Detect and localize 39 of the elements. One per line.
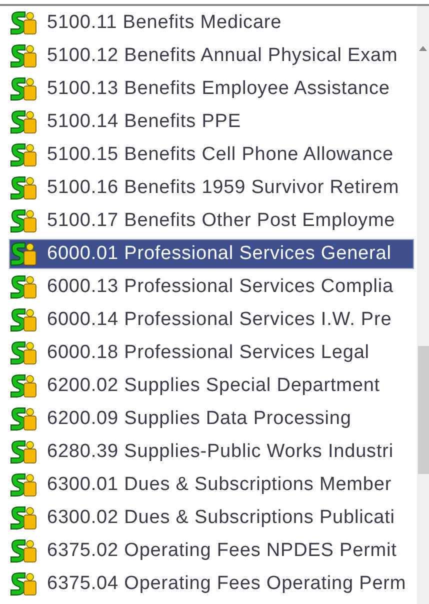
money-person-icon	[10, 242, 38, 266]
account-item[interactable]: 5100.15 Benefits Cell Phone Allowance	[10, 140, 396, 168]
money-person-icon	[10, 274, 38, 298]
scroll-up-icon[interactable]	[419, 44, 427, 52]
money-person-icon	[10, 208, 38, 232]
account-item[interactable]: 6280.39 Supplies-Public Works Industri	[10, 438, 396, 466]
account-item[interactable]: 6375.04 Operating Fees Operating Perm	[10, 570, 408, 598]
account-item[interactable]: 5100.13 Benefits Employee Assistance	[10, 74, 392, 102]
account-item[interactable]: 6200.09 Supplies Data Processing	[10, 404, 354, 432]
account-item[interactable]: 5100.12 Benefits Annual Physical Exam	[10, 42, 400, 70]
account-item[interactable]: 6200.02 Supplies Special Department	[10, 372, 382, 400]
money-person-icon	[10, 110, 38, 134]
money-person-icon	[10, 44, 38, 68]
money-person-icon	[10, 572, 38, 596]
account-item[interactable]: 6000.01 Professional Services General	[10, 240, 413, 268]
account-item[interactable]: 6000.18 Professional Services Legal	[10, 338, 372, 366]
money-person-icon	[10, 142, 38, 166]
scrollbar-thumb[interactable]	[418, 346, 429, 474]
account-item[interactable]: 5100.14 Benefits PPE	[10, 108, 243, 136]
account-item[interactable]: 6300.02 Dues & Subscriptions Publicati	[10, 504, 397, 532]
account-item[interactable]: 5100.17 Benefits Other Post Employme	[10, 206, 398, 234]
account-item[interactable]: 6300.01 Dues & Subscriptions Member	[10, 470, 394, 498]
money-person-icon	[10, 340, 38, 364]
scrollbar[interactable]	[417, 6, 429, 604]
money-person-icon	[10, 440, 38, 464]
account-item[interactable]: 6375.02 Operating Fees NPDES Permit	[10, 536, 399, 564]
account-item[interactable]: 6000.14 Professional Services I.W. Pre	[10, 306, 394, 334]
money-person-icon	[10, 506, 38, 530]
money-person-icon	[10, 472, 38, 496]
account-item[interactable]: 6000.13 Professional Services Complia	[10, 272, 396, 300]
money-person-icon	[10, 176, 38, 200]
money-person-icon	[10, 538, 38, 562]
money-person-icon	[10, 10, 38, 34]
account-item[interactable]: 5100.11 Benefits Medicare	[10, 8, 284, 36]
money-person-icon	[10, 406, 38, 430]
money-person-icon	[10, 308, 38, 332]
money-person-icon	[10, 374, 38, 398]
account-item[interactable]: 5100.16 Benefits 1959 Survivor Retirem	[10, 174, 402, 202]
money-person-icon	[10, 76, 38, 100]
